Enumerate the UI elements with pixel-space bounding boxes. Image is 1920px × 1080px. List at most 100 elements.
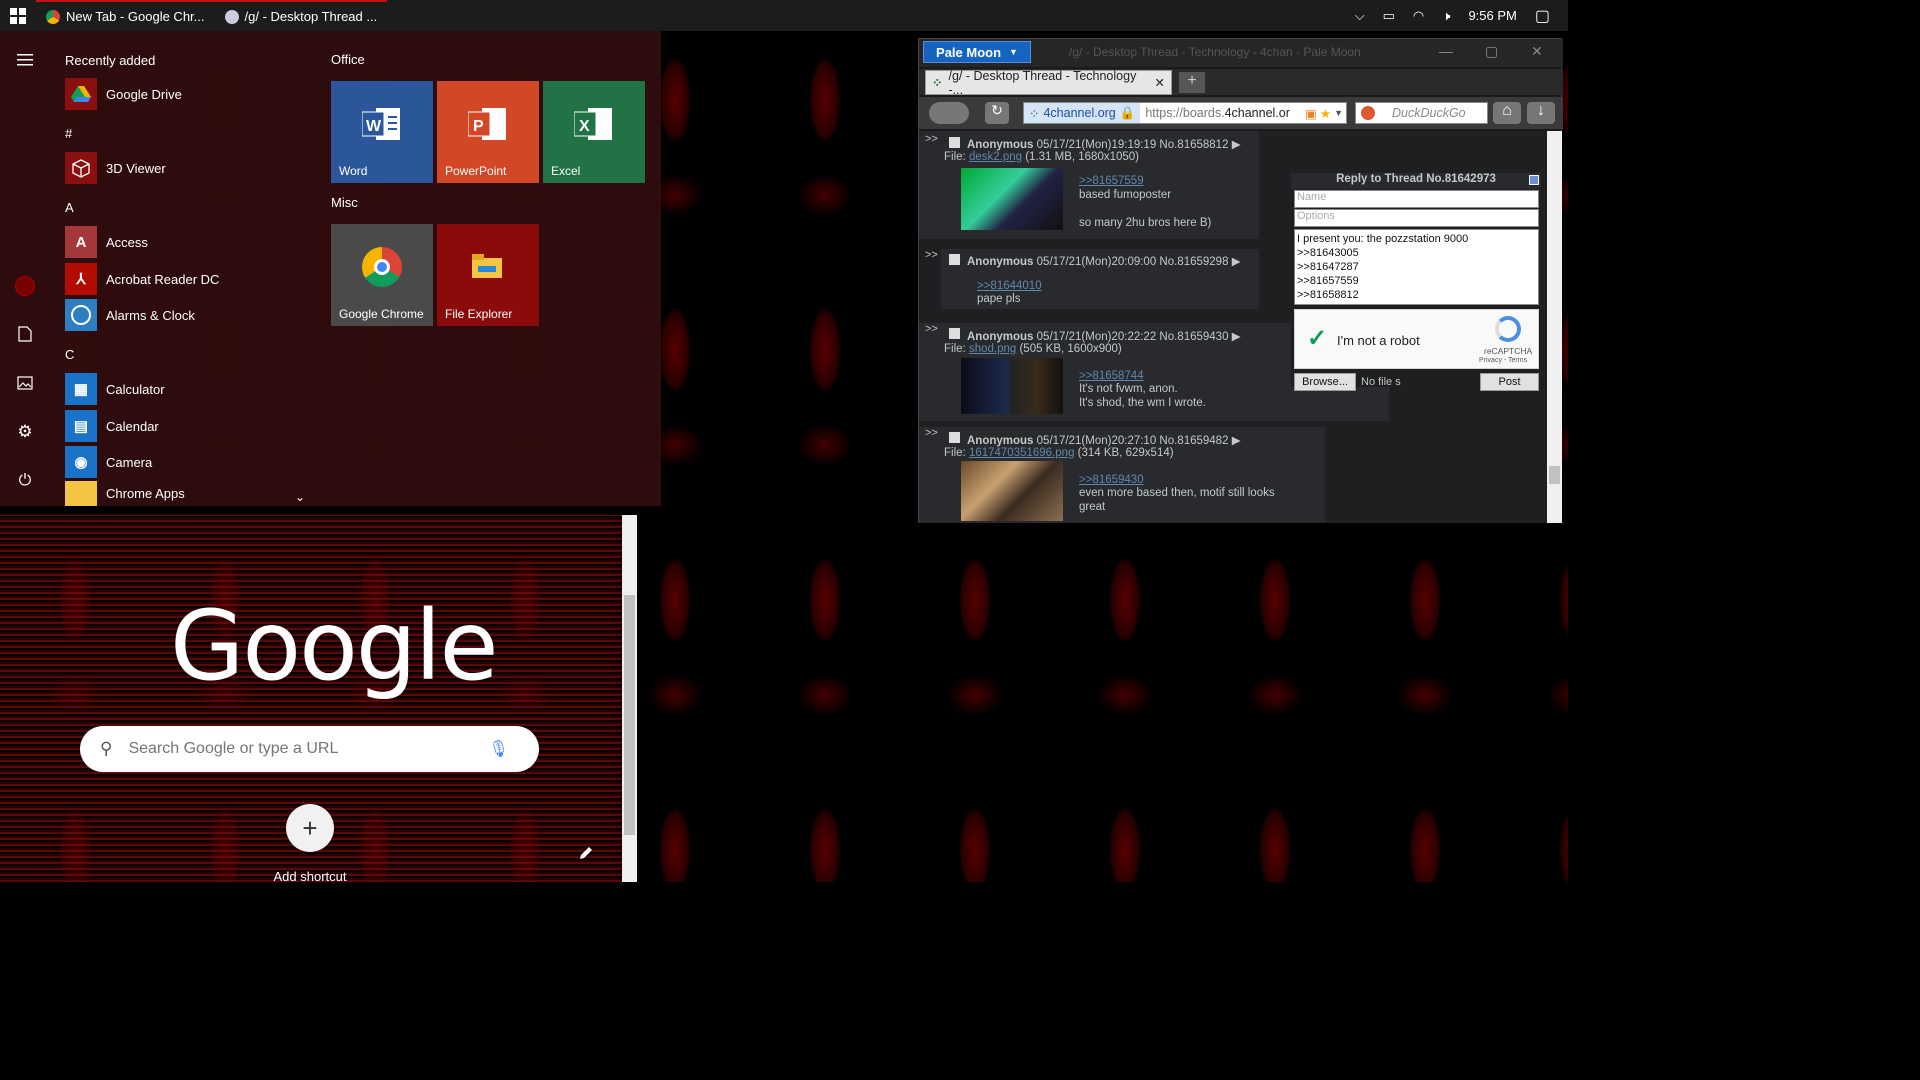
post-name: Anonymous — [967, 139, 1034, 151]
post-button[interactable]: Post — [1480, 373, 1539, 391]
tile-group-office[interactable]: Office — [331, 52, 365, 67]
post-thumbnail[interactable] — [961, 168, 1063, 230]
post-menu-arrow-icon[interactable]: ▶ — [1232, 331, 1241, 343]
quote-link[interactable]: >>81657559 — [1079, 174, 1144, 188]
checkmark-icon[interactable]: ✓ — [1307, 324, 1327, 353]
hamburger-menu-icon[interactable] — [13, 48, 37, 72]
quote-link[interactable]: >>81659430 — [1079, 473, 1144, 487]
app-alarms-clock[interactable]: Alarms & Clock — [65, 297, 195, 333]
palemoon-scrollbar[interactable] — [1547, 131, 1562, 523]
post-thumbnail[interactable] — [961, 358, 1063, 414]
power-icon[interactable]: ⏻ — [13, 469, 37, 493]
customize-pencil-icon[interactable] — [578, 845, 594, 866]
captcha-brand: reCAPTCHA — [1484, 346, 1533, 356]
section-header-hash[interactable]: # — [65, 126, 72, 141]
reply-close-icon[interactable] — [1529, 175, 1539, 185]
back-forward-buttons[interactable] — [929, 102, 969, 124]
microphone-icon[interactable]: 🎙 — [488, 739, 508, 759]
app-calendar[interactable]: ▤ Calendar — [65, 408, 159, 444]
dropdown-arrow-icon: ▼ — [1009, 47, 1018, 57]
tile-powerpoint[interactable]: P PowerPoint — [437, 81, 539, 183]
search-box[interactable]: ⚲ 🎙 — [80, 726, 539, 772]
start-button[interactable] — [0, 0, 36, 31]
file-link[interactable]: desk2.png — [969, 151, 1022, 163]
tile-file-explorer[interactable]: File Explorer — [437, 224, 539, 326]
app-camera[interactable]: ◉ Camera — [65, 444, 152, 480]
quote-link[interactable]: >>81658744 — [1079, 369, 1144, 383]
post-checkbox[interactable] — [949, 328, 960, 339]
wifi-icon[interactable]: ◠ — [1413, 8, 1424, 24]
user-avatar[interactable] — [13, 274, 37, 298]
post-thumbnail[interactable] — [961, 461, 1063, 521]
url-bar[interactable]: ⁘ 4channel.org 🔒 https://boards.4channel.o… — [1023, 102, 1347, 124]
post-header: Anonymous 05/17/21(Mon)20:09:00 No.81659… — [967, 254, 1241, 268]
app-3d-viewer[interactable]: 3D Viewer — [65, 150, 166, 186]
comment-textarea[interactable]: I present you: the pozzstation 9000 >>81… — [1294, 229, 1539, 305]
scrollbar-thumb[interactable] — [1549, 466, 1560, 484]
new-tab-button[interactable]: + — [1179, 72, 1205, 93]
tile-excel[interactable]: X Excel — [543, 81, 645, 183]
reload-icon[interactable]: ↻ — [985, 102, 1009, 124]
search-bar[interactable]: DuckDuckGo — [1355, 102, 1488, 124]
post-text: even more based then, motif still looks — [1079, 487, 1275, 499]
post-text: based fumoposter — [1079, 189, 1172, 201]
post-text: It's shod, the wm I wrote. — [1079, 397, 1206, 409]
app-chrome-apps[interactable]: Chrome Apps — [65, 481, 185, 506]
scrollbar-thumb[interactable] — [624, 595, 635, 835]
site-identity[interactable]: ⁘ 4channel.org 🔒 — [1024, 103, 1141, 123]
pictures-icon[interactable] — [13, 371, 37, 395]
chevron-up-icon[interactable]: ⌵ — [1355, 8, 1365, 24]
maximize-icon[interactable]: ▢ — [1485, 43, 1498, 60]
home-icon[interactable]: ⌂ — [1493, 102, 1521, 124]
battery-icon[interactable]: ▭ — [1383, 8, 1395, 24]
post-menu-arrow-icon[interactable]: ▶ — [1232, 139, 1241, 151]
documents-icon[interactable] — [13, 322, 37, 346]
notification-icon[interactable]: ▢ — [1535, 6, 1550, 26]
post-header: Anonymous 05/17/21(Mon)20:27:10 No.81659… — [967, 433, 1241, 447]
download-icon[interactable]: ↓ — [1527, 102, 1555, 124]
add-shortcut-button[interactable]: + Add shortcut — [262, 804, 358, 882]
tile-group-misc[interactable]: Misc — [331, 195, 358, 210]
taskbar-tab-chrome[interactable]: New Tab - Google Chr... — [36, 0, 215, 31]
minimize-icon[interactable]: — — [1439, 43, 1453, 59]
close-icon[interactable]: ✕ — [1531, 43, 1543, 60]
file-link[interactable]: 1617470351696.png — [969, 447, 1075, 459]
name-field[interactable]: Name — [1294, 190, 1539, 208]
tile-google-chrome[interactable]: Google Chrome — [331, 224, 433, 326]
volume-muted-icon[interactable]: 🕨 — [1442, 8, 1450, 24]
search-input[interactable] — [128, 740, 489, 758]
chevron-down-icon[interactable]: ⌄ — [295, 490, 305, 504]
browse-button[interactable]: Browse... — [1294, 373, 1356, 391]
reply-header: Reply to Thread No.81642973 — [1291, 173, 1541, 189]
tile-word[interactable]: W Word — [331, 81, 433, 183]
url-dropdown-icon[interactable]: ▼ — [1334, 108, 1346, 118]
settings-gear-icon[interactable]: ⚙ — [13, 420, 37, 444]
post-menu-arrow-icon[interactable]: ▶ — [1232, 435, 1241, 447]
clock[interactable]: 9:56 PM — [1468, 8, 1516, 23]
app-google-drive[interactable]: Google Drive — [65, 76, 182, 112]
post-menu-arrow-icon[interactable]: ▶ — [1232, 256, 1241, 268]
app-access[interactable]: A Access — [65, 224, 148, 260]
rss-icon[interactable]: ▣ — [1305, 106, 1317, 121]
taskbar-tab-palemoon[interactable]: /g/ - Desktop Thread ... — [214, 0, 388, 31]
tab-4chan[interactable]: ⁘ /g/ - Desktop Thread - Technology -...… — [925, 69, 1172, 97]
section-header-c[interactable]: C — [65, 347, 74, 362]
post-checkbox[interactable] — [949, 137, 960, 148]
no-file-label: No file s — [1361, 376, 1401, 388]
chrome-scrollbar[interactable] — [622, 515, 637, 882]
post-checkbox[interactable] — [949, 432, 960, 443]
post-checkbox[interactable] — [949, 254, 960, 265]
section-header-a[interactable]: A — [65, 200, 74, 215]
captcha-links[interactable]: Privacy - Terms — [1479, 357, 1527, 364]
taskbar-tab-label: New Tab - Google Chr... — [66, 9, 205, 24]
tab-close-icon[interactable]: ✕ — [1155, 75, 1165, 90]
app-calculator[interactable]: ▦ Calculator — [65, 371, 165, 407]
app-acrobat-reader[interactable]: ⅄ Acrobat Reader DC — [65, 261, 219, 297]
file-link[interactable]: shod.png — [969, 343, 1016, 355]
quote-link[interactable]: >>81644010 — [977, 279, 1042, 293]
options-field[interactable]: Options — [1294, 209, 1539, 227]
post-text: so many 2hu bros here B) — [1079, 217, 1212, 229]
palemoon-menu-button[interactable]: Pale Moon ▼ — [923, 41, 1031, 63]
url-prefix: https://boards. — [1145, 106, 1225, 120]
bookmark-star-icon[interactable]: ★ — [1317, 106, 1334, 121]
